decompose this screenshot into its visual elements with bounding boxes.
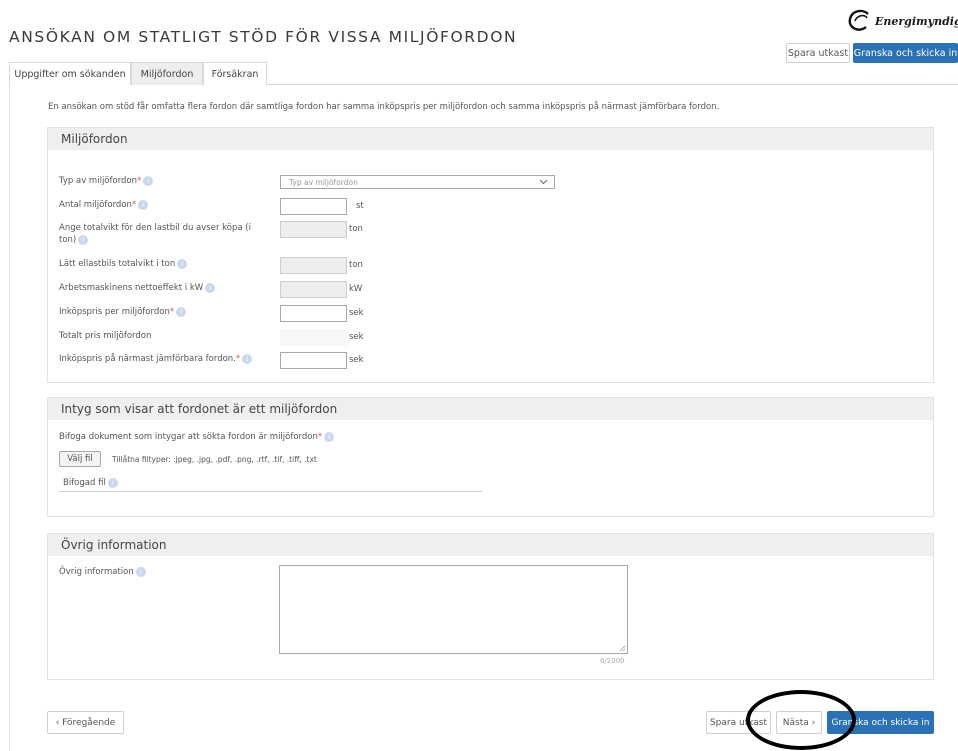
- light-weight-label-text: Lätt ellastbils totalvikt i ton: [59, 259, 176, 269]
- tab-applicant-info[interactable]: Uppgifter om sökanden: [9, 62, 131, 85]
- compare-label-text: Inköpspris på närmast jämförbara fordon.: [59, 354, 236, 364]
- highlight-annotation-circle: [746, 690, 856, 750]
- info-icon[interactable]: i: [143, 175, 154, 186]
- vehicle-type-select[interactable]: Typ av miljöfordon: [280, 175, 555, 189]
- price-input[interactable]: [280, 305, 347, 322]
- required-marker: *: [235, 354, 241, 364]
- count-input[interactable]: [280, 198, 347, 215]
- weight-label: Ange totalvikt för den lastbil du avser …: [59, 222, 259, 246]
- tab-declaration[interactable]: Försäkran: [203, 62, 267, 85]
- required-marker: *: [137, 176, 142, 186]
- total-output: [280, 329, 347, 346]
- compare-price-input[interactable]: [280, 352, 347, 369]
- info-icon[interactable]: i: [78, 234, 89, 245]
- choose-file-button[interactable]: Välj fil: [59, 451, 101, 467]
- tab-vehicles[interactable]: Miljöfordon: [131, 62, 203, 85]
- tabs-divider: [267, 84, 958, 85]
- content-border: [9, 85, 10, 751]
- other-info-textarea[interactable]: [279, 565, 628, 654]
- energimyndigheten-logo-icon: [848, 9, 869, 31]
- intro-text: En ansökan om stöd får omfatta flera for…: [48, 102, 720, 112]
- info-icon[interactable]: i: [205, 282, 216, 293]
- save-draft-button-top[interactable]: Spara utkast: [786, 43, 850, 63]
- type-label: Typ av miljöfordon* i: [59, 175, 269, 187]
- power-unit: kW: [349, 284, 363, 294]
- info-icon[interactable]: i: [324, 431, 335, 442]
- other-info-label: Övrig information i: [59, 566, 146, 578]
- section-heading: Övrig information: [48, 534, 933, 556]
- vehicles-section: Miljöfordon: [47, 127, 934, 383]
- review-submit-button-top[interactable]: Granska och skicka in: [853, 43, 958, 63]
- info-icon[interactable]: i: [176, 306, 187, 317]
- info-icon[interactable]: i: [107, 477, 118, 488]
- attach-label-text: Bifoga dokument som intygar att sökta fo…: [59, 432, 318, 442]
- compare-unit: sek: [349, 355, 364, 365]
- weight-unit: ton: [349, 224, 363, 234]
- type-label-text: Typ av miljöfordon: [59, 176, 138, 186]
- attach-label: Bifoga dokument som intygar att sökta fo…: [59, 431, 335, 443]
- info-icon[interactable]: i: [135, 566, 146, 577]
- info-icon[interactable]: i: [242, 353, 253, 364]
- power-label-text: Arbetsmaskinens nettoeffekt i kW: [59, 283, 204, 293]
- section-heading: Intyg som visar att fordonet är ett milj…: [48, 398, 933, 420]
- weight-input[interactable]: [280, 221, 347, 238]
- required-marker: *: [317, 432, 323, 442]
- page-title: ANSÖKAN OM STATLIGT STÖD FÖR VISSA MILJÖ…: [9, 28, 518, 46]
- light-weight-label: Lätt ellastbils totalvikt i ton i: [59, 258, 269, 270]
- logo-text: Energimyndigheten: [875, 14, 958, 28]
- other-info-label-text: Övrig information: [59, 567, 134, 577]
- weight-label-text: Ange totalvikt för den lastbil du avser …: [59, 223, 251, 245]
- attached-file-label: Bifogad fil i: [63, 477, 118, 489]
- compare-label: Inköpspris på närmast jämförbara fordon.…: [59, 353, 274, 365]
- light-weight-unit: ton: [349, 260, 363, 270]
- attached-file-text: Bifogad fil: [63, 478, 106, 488]
- tab-label: Försäkran: [211, 68, 259, 80]
- power-input[interactable]: [280, 281, 347, 298]
- total-label: Totalt pris miljöfordon: [59, 331, 152, 341]
- tab-label: Uppgifter om sökanden: [14, 68, 126, 80]
- count-label-text: Antal miljöfordon: [59, 200, 132, 210]
- light-weight-input[interactable]: [280, 257, 347, 274]
- info-icon[interactable]: i: [177, 258, 188, 269]
- count-unit: st: [356, 201, 364, 211]
- required-marker: *: [131, 200, 137, 210]
- previous-button[interactable]: ‹ Föregående: [47, 711, 124, 734]
- resize-handle-icon[interactable]: [619, 645, 626, 652]
- count-label: Antal miljöfordon* i: [59, 199, 269, 211]
- select-placeholder: Typ av miljöfordon: [289, 177, 358, 187]
- chevron-down-icon: [539, 179, 548, 185]
- section-heading: Miljöfordon: [48, 128, 933, 150]
- total-unit: sek: [349, 332, 364, 342]
- allowed-file-types: Tillåtna filtyper: .jpeg, .jpg, .pdf, .p…: [112, 455, 317, 464]
- price-label-text: Inköpspris per miljöfordon: [59, 307, 170, 317]
- attached-file-underline: [59, 491, 482, 492]
- info-icon[interactable]: i: [138, 199, 149, 210]
- price-unit: sek: [349, 308, 364, 318]
- price-label: Inköpspris per miljöfordon* i: [59, 306, 269, 318]
- energimyndigheten-logo: Energimyndigheten: [847, 9, 958, 33]
- power-label: Arbetsmaskinens nettoeffekt i kW i: [59, 282, 269, 294]
- tab-label: Miljöfordon: [140, 68, 194, 80]
- required-marker: *: [169, 307, 175, 317]
- character-counter: 0/2000: [600, 657, 625, 665]
